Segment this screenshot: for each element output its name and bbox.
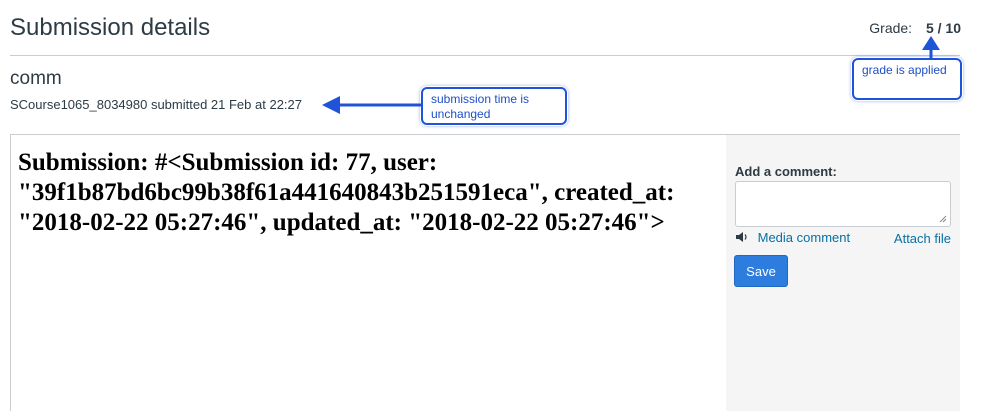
grade-display: Grade: 5 / 10 — [869, 20, 961, 36]
page-title: Submission details — [10, 14, 211, 41]
grade-value: 5 / 10 — [925, 20, 961, 36]
grade-note-callout: grade is applied — [852, 58, 962, 100]
title-divider — [10, 55, 960, 56]
save-button[interactable]: Save — [734, 255, 788, 287]
comment-label: Add a comment: — [735, 164, 837, 179]
media-comment-label[interactable]: Media comment — [758, 230, 850, 245]
comment-input[interactable] — [735, 181, 951, 227]
time-note-callout: submission time is unchanged — [421, 87, 567, 125]
time-arrow — [322, 96, 421, 114]
submission-meta: SCourse1065_8034980 submitted 21 Feb at … — [10, 97, 302, 112]
submission-body: Submission: #<Submission id: 77, user: "… — [18, 149, 675, 236]
resize-grip-icon[interactable] — [939, 215, 947, 223]
grade-label: Grade: — [869, 20, 913, 36]
assignment-name: comm — [10, 68, 62, 89]
speaker-icon — [736, 232, 747, 242]
attach-file-link[interactable]: Attach file — [894, 231, 951, 246]
media-comment-button[interactable]: Media comment — [735, 230, 850, 245]
